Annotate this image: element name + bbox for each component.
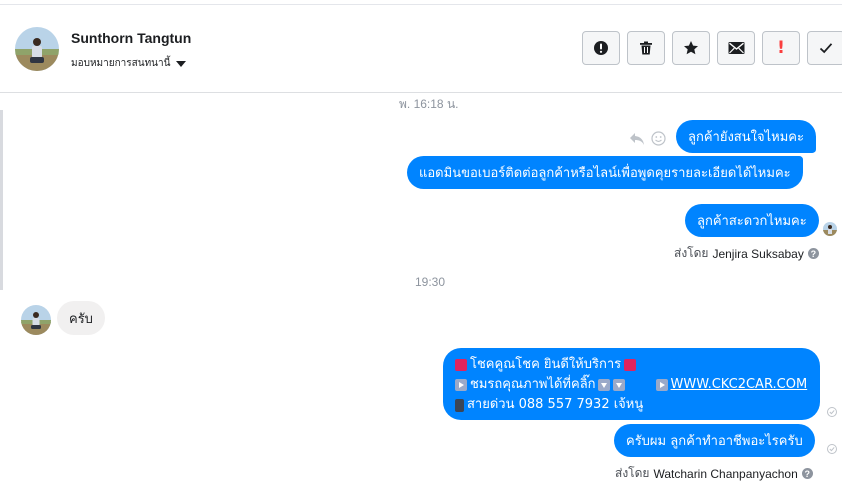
envelope-icon [728, 42, 744, 54]
contact-name[interactable]: Sunthorn Tangtun [71, 30, 191, 46]
red-heart-square-icon [624, 359, 637, 371]
assign-label: มอบหมายการสนทนานี้ [71, 58, 171, 69]
reply-icon[interactable] [629, 132, 645, 146]
star-button[interactable] [672, 31, 710, 65]
emoji-react-icon[interactable] [651, 131, 666, 146]
website-link[interactable]: WWW.CKC2CAR.COM [671, 375, 808, 395]
message-line: สายด่วน 088 557 7932 เจ้หนู [455, 395, 808, 415]
message-text: แอดมินขอเบอร์ติดต่อลูกค้าหรือไลน์เพื่อพู… [419, 166, 791, 181]
timestamp-separator: 19:30 [415, 275, 446, 289]
red-heart-square-icon [455, 359, 467, 371]
mark-unread-button[interactable] [717, 31, 755, 65]
message-bubble-incoming[interactable]: ครับ [57, 301, 105, 335]
trash-icon [640, 41, 652, 55]
follow-up-button[interactable]: ! [762, 31, 800, 65]
star-icon [684, 41, 698, 55]
alert-circle-icon [594, 41, 608, 55]
question-icon[interactable]: ? [801, 468, 813, 479]
down-arrow-icon [597, 379, 610, 391]
seen-avatar [823, 222, 837, 236]
sent-by-line: ส่งโดย Watcharin Chanpanyachon ? [615, 464, 813, 483]
message-text: ครับผม ลูกค้าทำอาชีพอะไรครับ [626, 434, 803, 449]
mobile-phone-icon [455, 398, 464, 412]
sent-by-line: ส่งโดย Jenjira Suksabay ? [674, 244, 819, 263]
caret-down-icon [176, 60, 187, 67]
message-text: ชมรถคุณภาพได้ที่คลิ๊ก [470, 377, 596, 392]
sent-check-icon [827, 444, 837, 454]
message-text: โชคคูณโชค ยินดีให้บริการ [470, 357, 622, 372]
checkmark-icon [819, 43, 833, 54]
message-bubble-outgoing[interactable]: ลูกค้าสะดวกไหมคะ [685, 204, 819, 237]
scrollbar[interactable] [0, 110, 3, 290]
message-bubble-outgoing[interactable]: แอดมินขอเบอร์ติดต่อลูกค้าหรือไลน์เพื่อพู… [407, 156, 803, 189]
sent-by-label: ส่งโดย [674, 246, 709, 260]
conversation-header: Sunthorn Tangtun มอบหมายการสนทนานี้ ! [0, 0, 842, 93]
down-arrow-icon [612, 379, 625, 391]
play-button-icon [455, 379, 467, 391]
assign-conversation-dropdown[interactable]: มอบหมายการสนทนานี้ [71, 56, 187, 71]
mark-spam-button[interactable] [582, 31, 620, 65]
timestamp-separator: พ. 16:18 น. [399, 97, 459, 111]
header-actions: ! [582, 31, 842, 65]
message-hover-tools [629, 131, 666, 146]
question-icon[interactable]: ? [807, 248, 819, 259]
agent-name: Watcharin Chanpanyachon [653, 466, 798, 481]
message-text: สายด่วน 088 557 7932 เจ้หนู [467, 397, 644, 412]
sent-check-icon [827, 407, 837, 417]
message-text: ลูกค้ายังสนใจไหมคะ [688, 130, 804, 145]
sent-by-label: ส่งโดย [615, 466, 650, 480]
play-button-icon [655, 379, 668, 391]
message-bubble-outgoing[interactable]: ลูกค้ายังสนใจไหมคะ [676, 120, 816, 153]
message-bubble-outgoing[interactable]: ครับผม ลูกค้าทำอาชีพอะไรครับ [614, 424, 815, 457]
contact-avatar-small[interactable] [21, 305, 51, 335]
mark-done-button[interactable] [807, 31, 842, 65]
message-text: ลูกค้าสะดวกไหมคะ [697, 214, 807, 229]
message-bubble-outgoing[interactable]: โชคคูณโชค ยินดีให้บริการ ชมรถคุณภาพได้ที… [443, 348, 820, 420]
contact-avatar[interactable] [15, 27, 59, 71]
message-line: โชคคูณโชค ยินดีให้บริการ [455, 355, 808, 375]
agent-name: Jenjira Suksabay [712, 246, 804, 261]
top-divider [0, 4, 842, 5]
delete-button[interactable] [627, 31, 665, 65]
exclamation-icon: ! [777, 38, 785, 58]
message-text: ครับ [69, 311, 93, 327]
message-line: ชมรถคุณภาพได้ที่คลิ๊ก WWW.CKC2CAR.COM [455, 375, 808, 395]
